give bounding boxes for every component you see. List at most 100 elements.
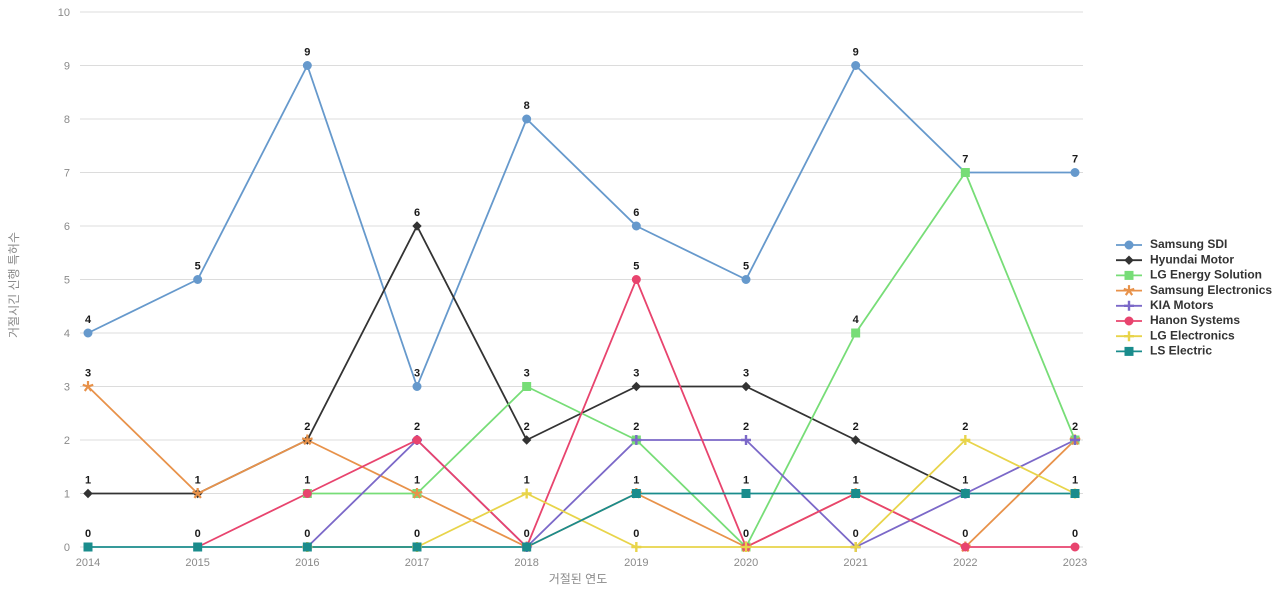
point-value-label: 3 [85, 368, 91, 380]
data-point-hanon-systems-2016[interactable] [302, 489, 312, 498]
chart-legend[interactable]: Samsung SDIHyundai Motor LG Energy Soluti… [1116, 237, 1272, 358]
legend-item-kia-motors[interactable]: KIA Motors [1116, 298, 1214, 312]
point-value-label: 0 [85, 528, 91, 540]
data-point-lg-energy-solution-2021[interactable] [851, 328, 861, 338]
data-point-ls-electric-2022[interactable] [960, 489, 970, 498]
point-value-label: 1 [85, 475, 91, 487]
data-point-hyundai-motor-2017[interactable] [412, 221, 422, 231]
series-markers[interactable] [82, 61, 1081, 553]
data-point-samsung-sdi-2023[interactable] [1070, 168, 1080, 177]
legend-item-lg-electronics[interactable]: LG Electronics [1116, 328, 1235, 342]
data-point-samsung-sdi-2014[interactable] [83, 328, 93, 338]
y-axis-tick-label: 8 [64, 114, 70, 126]
data-point-ls-electric-2016[interactable] [302, 542, 312, 552]
y-axis-tick-label: 3 [64, 382, 70, 394]
data-point-ls-electric-2021[interactable] [851, 489, 861, 498]
data-point-ls-electric-2018[interactable] [522, 542, 532, 552]
legend-item-lg-energy-solution[interactable]: LG Energy Solution [1116, 268, 1262, 282]
point-value-label: 5 [743, 261, 749, 273]
legend-marker-icon[interactable] [1124, 331, 1134, 342]
data-point-hanon-systems-2022[interactable] [960, 542, 970, 552]
point-value-label: 0 [524, 528, 530, 540]
point-value-label: 6 [414, 207, 420, 219]
point-value-label: 1 [304, 475, 310, 487]
data-point-hyundai-motor-2014[interactable] [83, 488, 93, 499]
data-point-hanon-systems-2017[interactable] [412, 435, 422, 445]
point-value-label: 0 [304, 528, 310, 540]
data-point-samsung-sdi-2019[interactable] [631, 221, 641, 231]
data-point-samsung-sdi-2021[interactable] [851, 61, 861, 70]
point-value-label: 0 [633, 528, 639, 540]
data-point-hanon-systems-2023[interactable] [1070, 542, 1080, 552]
line-chart[interactable]: 012345678910 2014 2015 2016 2017 2018 2019 202… [0, 0, 1280, 600]
legend-item-hyundai-motor[interactable]: Hyundai Motor [1116, 252, 1234, 266]
data-point-samsung-sdi-2017[interactable] [412, 382, 422, 391]
x-axis-tick-labels: 2014 2015 2016 2017 2018 2019 2020 2021 2022 2023 [76, 557, 1087, 569]
point-value-label: 5 [195, 261, 201, 273]
x-axis-tick-label: 2015 [185, 557, 209, 569]
legend-marker-icon[interactable] [1124, 240, 1134, 250]
x-axis-tick-label: 2021 [843, 557, 867, 569]
x-axis-tick-label: 2018 [514, 557, 538, 569]
data-point-ls-electric-2015[interactable] [193, 542, 203, 552]
point-value-label: 2 [524, 421, 530, 433]
data-point-ls-electric-2019[interactable] [631, 489, 641, 498]
point-value-label: 2 [743, 421, 749, 433]
point-value-label: 1 [524, 475, 530, 487]
data-point-lg-energy-solution-2022[interactable] [960, 168, 970, 177]
legend-item-samsung-sdi[interactable]: Samsung SDI [1116, 237, 1227, 251]
legend-marker-icon[interactable] [1124, 346, 1134, 356]
data-point-lg-electronics-2018[interactable] [521, 488, 532, 499]
legend-item-label: KIA Motors [1150, 298, 1214, 312]
series-line-hyundai-motor [87, 225, 967, 495]
point-value-label: 3 [524, 368, 530, 380]
legend-marker-icon[interactable] [1124, 255, 1134, 265]
x-axis-tick-label: 2022 [953, 557, 977, 569]
series-lines [87, 64, 1076, 548]
series-line-samsung-electronics [87, 385, 1076, 548]
point-value-label: 3 [414, 368, 420, 380]
legend-item-samsung-electronics[interactable]: Samsung Electronics [1116, 283, 1272, 297]
point-value-label: 3 [633, 368, 639, 380]
data-point-samsung-sdi-2016[interactable] [302, 61, 312, 70]
point-value-label: 9 [304, 47, 310, 59]
legend-item-hanon-systems[interactable]: Hanon Systems [1116, 313, 1240, 327]
y-axis-tick-label: 9 [64, 61, 70, 73]
point-value-label: 7 [962, 154, 968, 166]
data-point-lg-electronics-2019[interactable] [631, 542, 642, 552]
legend-item-ls-electric[interactable]: LS Electric [1116, 344, 1212, 358]
y-axis-tick-label: 2 [64, 435, 70, 447]
data-point-ls-electric-2017[interactable] [412, 542, 422, 552]
point-value-label: 4 [85, 314, 92, 326]
point-value-label: 2 [1072, 421, 1078, 433]
point-value-label: 8 [524, 100, 530, 112]
legend-marker-icon[interactable] [1124, 270, 1134, 280]
y-axis-tick-label: 0 [64, 542, 70, 554]
legend-marker-icon[interactable] [1124, 300, 1134, 311]
legend-marker-icon[interactable] [1124, 316, 1134, 326]
point-value-label: 1 [195, 475, 201, 487]
data-point-hyundai-motor-2019[interactable] [631, 381, 642, 392]
data-point-hyundai-motor-2018[interactable] [521, 435, 532, 445]
y-axis-tick-label: 5 [64, 275, 70, 287]
data-point-hyundai-motor-2020[interactable] [741, 381, 751, 392]
data-point-ls-electric-2014[interactable] [83, 542, 93, 552]
data-point-samsung-sdi-2020[interactable] [741, 275, 751, 284]
point-value-label: 3 [743, 368, 749, 380]
point-value-label: 0 [1072, 528, 1078, 540]
y-axis-title: 거절시긴 신행 특허수 [6, 232, 21, 338]
data-point-samsung-sdi-2015[interactable] [193, 275, 203, 284]
data-point-lg-energy-solution-2018[interactable] [522, 382, 532, 391]
y-axis-tick-labels: 0 1 2 3 4 5 6 7 8 9 10 [58, 7, 70, 554]
data-point-ls-electric-2020[interactable] [741, 489, 751, 498]
point-value-label: 2 [304, 421, 310, 433]
data-point-ls-electric-2023[interactable] [1070, 489, 1080, 498]
legend-item-label: LG Energy Solution [1150, 268, 1262, 282]
legend-item-label: Hanon Systems [1150, 313, 1240, 327]
point-value-label: 1 [743, 475, 749, 487]
point-value-label: 0 [743, 528, 749, 540]
legend-marker-icon[interactable] [1123, 285, 1135, 296]
data-point-hanon-systems-2019[interactable] [631, 275, 641, 284]
data-point-samsung-sdi-2018[interactable] [522, 114, 532, 124]
data-point-hyundai-motor-2021[interactable] [850, 435, 861, 445]
